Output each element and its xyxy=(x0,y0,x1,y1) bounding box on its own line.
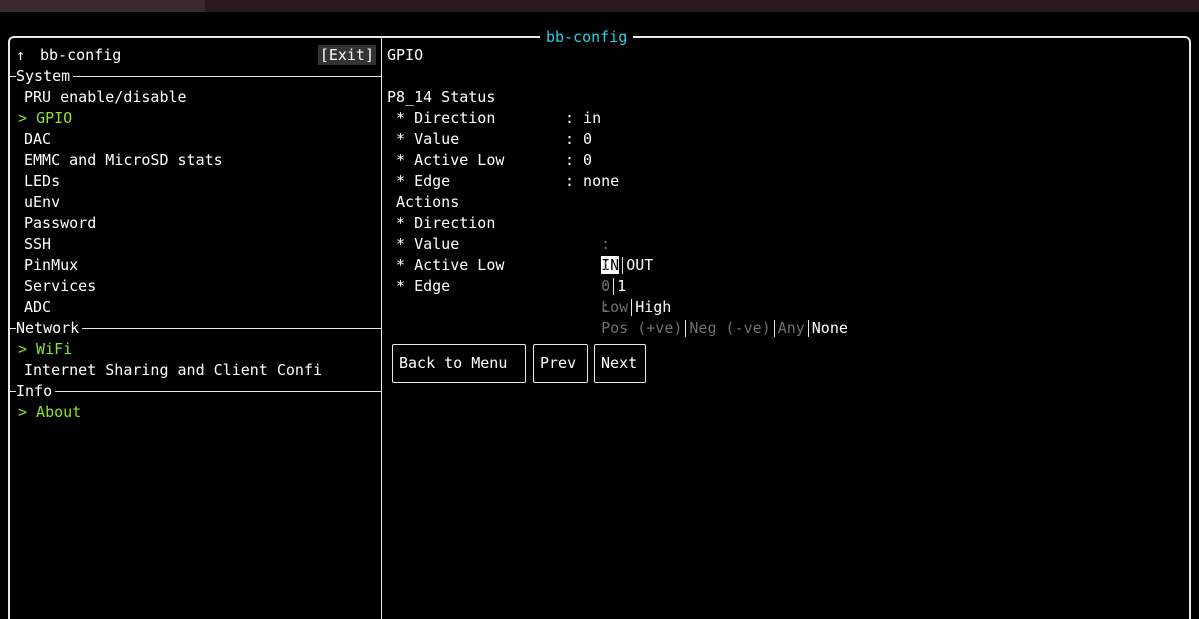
status-value: : 0 xyxy=(565,151,593,169)
app-title: bb-config xyxy=(540,27,634,47)
menu-item-leds[interactable]: LEDs xyxy=(24,171,60,192)
section-network: Network xyxy=(10,318,381,339)
up-arrow-icon[interactable]: ↑ xyxy=(16,45,25,66)
status-label: * Edge xyxy=(387,172,451,190)
action-label: * Value xyxy=(387,235,460,253)
option-high[interactable]: High xyxy=(635,298,671,316)
menu-pane: ↑ bb-config [Exit] System PRU enable/dis… xyxy=(10,36,382,619)
menu-item-about[interactable]: > About xyxy=(18,402,81,423)
status-value: : in xyxy=(565,109,602,127)
menu-item-wifi[interactable]: > WiFi xyxy=(18,339,72,360)
option-pos[interactable]: Pos (+ve) xyxy=(601,319,682,337)
value-toggle: : 01 xyxy=(601,256,627,295)
action-label: * Direction xyxy=(387,214,496,232)
menu-item-internet-sharing[interactable]: Internet Sharing and Client Confi xyxy=(24,360,322,381)
pane-header: GPIO xyxy=(387,46,424,64)
menu-item-services[interactable]: Services xyxy=(24,276,96,297)
action-label: * Edge xyxy=(387,277,451,295)
actions-title: Actions xyxy=(387,193,460,211)
back-to-menu-button[interactable]: Back to Menu xyxy=(392,344,526,383)
status-label: * Active Low xyxy=(387,151,505,169)
menu-item-ssh[interactable]: SSH xyxy=(24,234,51,255)
exit-button[interactable]: [Exit] xyxy=(317,45,376,65)
direction-toggle: : IN OUT xyxy=(601,235,654,274)
option-none[interactable]: None xyxy=(812,319,848,337)
status-value: : 0 xyxy=(565,130,593,148)
menu-item-pru[interactable]: PRU enable/disable xyxy=(24,87,187,108)
action-label: * Active Low xyxy=(387,256,505,274)
prev-button[interactable]: Prev xyxy=(533,344,588,383)
section-label: System xyxy=(16,66,74,87)
menu-item-uenv[interactable]: uEnv xyxy=(24,192,60,213)
status-title: P8_14 Status xyxy=(387,88,496,106)
section-label: Info xyxy=(16,381,56,402)
menu-item-adc[interactable]: ADC xyxy=(24,297,51,318)
option-any[interactable]: Any xyxy=(778,319,805,337)
menu-item-pinmux[interactable]: PinMux xyxy=(24,255,78,276)
menu-item-dac[interactable]: DAC xyxy=(24,129,51,150)
option-neg[interactable]: Neg (-ve) xyxy=(689,319,770,337)
edge-toggle: : Pos (+ve) Neg (-ve) Any None xyxy=(601,298,848,337)
status-label: * Value xyxy=(387,130,460,148)
terminal-tab[interactable] xyxy=(0,0,205,12)
section-info: Info xyxy=(10,381,381,402)
section-label: Network xyxy=(16,318,83,339)
active-low-toggle: : Low High xyxy=(601,277,672,316)
window-top-strip xyxy=(0,0,1199,12)
status-value: : none xyxy=(565,172,620,190)
menu-item-gpio[interactable]: > GPIO xyxy=(18,108,72,129)
menu-title: bb-config xyxy=(40,46,122,64)
status-label: * Direction xyxy=(387,109,496,127)
menu-item-emmc[interactable]: EMMC and MicroSD stats xyxy=(24,150,223,171)
next-button[interactable]: Next xyxy=(594,344,646,383)
section-system: System xyxy=(10,66,381,87)
menu-item-password[interactable]: Password xyxy=(24,213,96,234)
